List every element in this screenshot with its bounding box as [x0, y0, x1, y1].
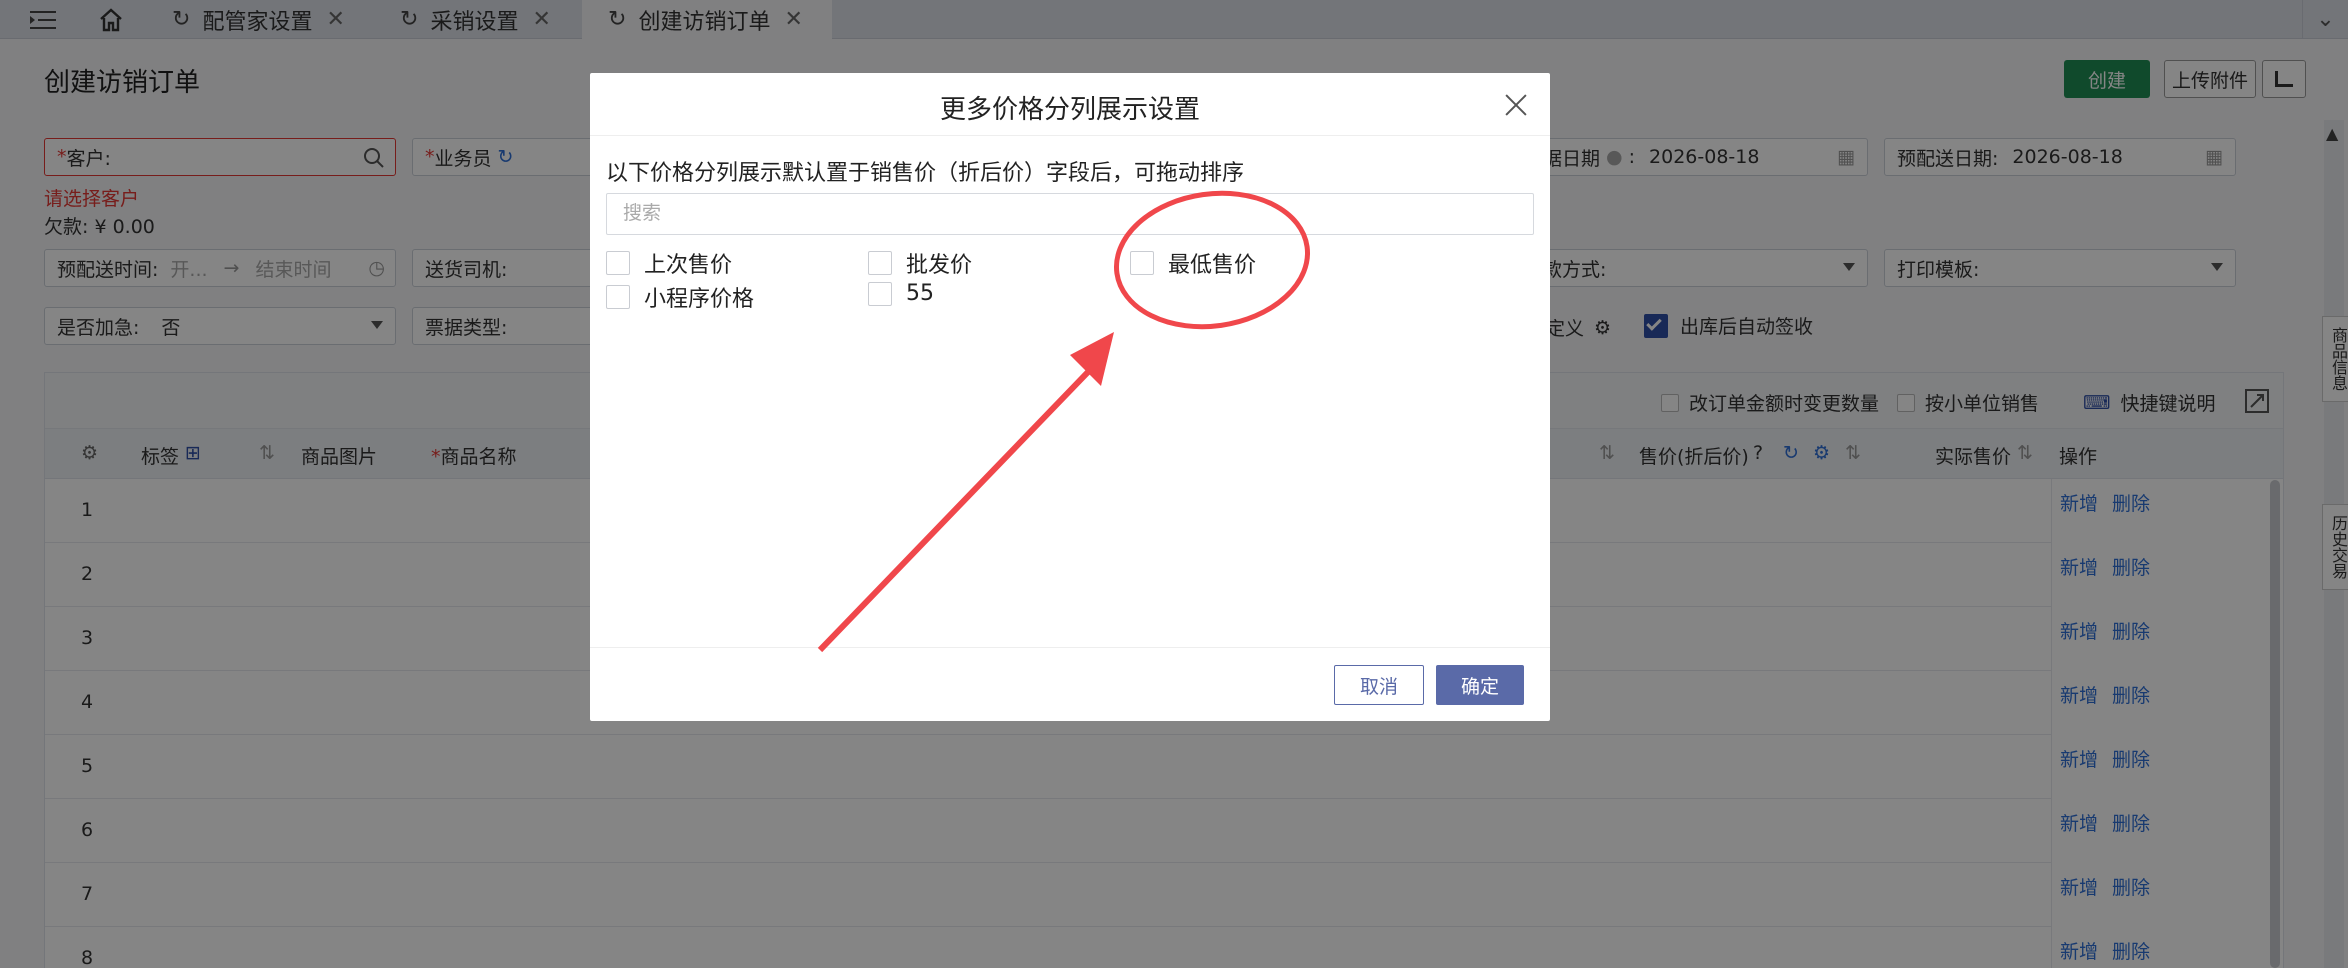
checkbox[interactable]	[606, 251, 630, 275]
checkbox[interactable]	[1130, 251, 1154, 275]
search-input[interactable]	[623, 203, 1533, 225]
divider	[590, 135, 1550, 136]
cancel-button[interactable]: 取消	[1334, 665, 1424, 705]
confirm-button[interactable]: 确定	[1436, 665, 1524, 705]
modal-title: 更多价格分列展示设置	[939, 95, 1200, 125]
modal-description: 以下价格分列展示默认置于销售价（折后价）字段后，可拖动排序	[606, 161, 1245, 186]
option-label: 批发价	[906, 253, 973, 278]
option-miniprogram-price[interactable]: 小程序价格	[606, 281, 754, 313]
price-columns-modal: 更多价格分列展示设置 以下价格分列展示默认置于销售价（折后价）字段后，可拖动排序…	[590, 73, 1550, 721]
divider	[590, 647, 1550, 648]
close-icon[interactable]	[1502, 91, 1530, 119]
option-wholesale-price[interactable]: 批发价	[868, 247, 972, 279]
option-lowest-price[interactable]: 最低售价	[1130, 247, 1256, 279]
checkbox[interactable]	[606, 285, 630, 309]
search-field[interactable]	[606, 193, 1534, 235]
option-label: 最低售价	[1168, 253, 1257, 278]
option-label: 上次售价	[644, 253, 733, 278]
option-55[interactable]: 55	[868, 281, 934, 306]
option-label: 55	[906, 281, 934, 306]
option-last-price[interactable]: 上次售价	[606, 247, 732, 279]
checkbox[interactable]	[868, 281, 892, 306]
option-label: 小程序价格	[644, 287, 755, 312]
checkbox[interactable]	[868, 251, 892, 275]
